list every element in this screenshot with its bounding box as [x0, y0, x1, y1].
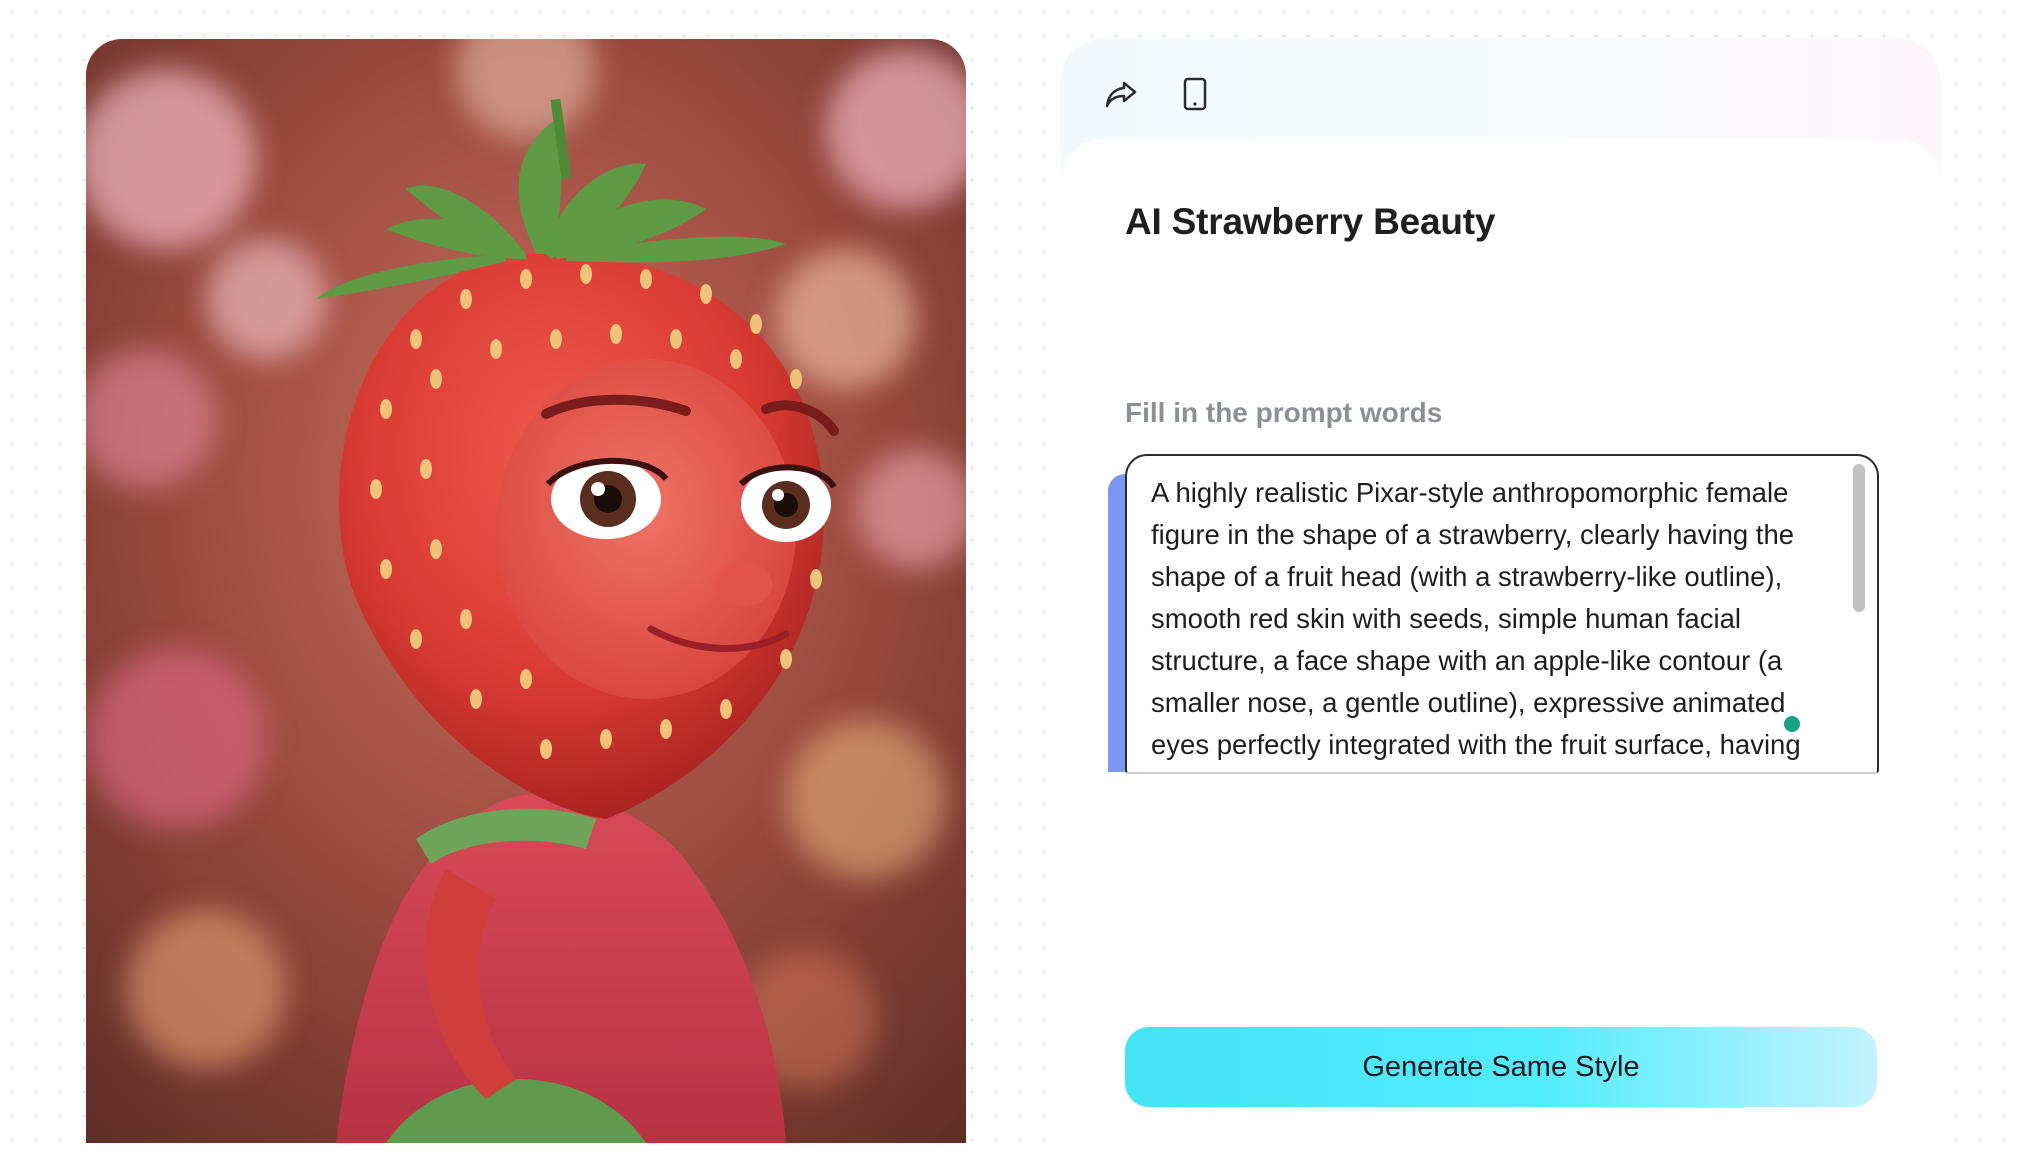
share-icon — [1105, 81, 1137, 108]
scrollbar-thumb[interactable] — [1853, 464, 1865, 612]
prompt-label: Fill in the prompt words — [1125, 397, 1443, 428]
details-panel: AI Strawberry Beauty Fill in the prompt … — [1061, 39, 1941, 1143]
mobile-preview-button[interactable] — [1175, 74, 1215, 114]
page-title: AI Strawberry Beauty — [1125, 201, 1496, 242]
share-button[interactable] — [1101, 74, 1141, 114]
prompt-text[interactable]: A highly realistic Pixar-style anthropom… — [1151, 472, 1843, 766]
generate-same-style-button[interactable]: Generate Same Style — [1125, 1027, 1877, 1107]
details-card: AI Strawberry Beauty Fill in the prompt … — [1061, 139, 1941, 1143]
cursor-indicator — [1784, 716, 1800, 732]
artwork-image — [86, 39, 966, 1143]
phone-icon — [1183, 77, 1207, 111]
toolbar — [1101, 67, 1215, 121]
prompt-textarea[interactable]: A highly realistic Pixar-style anthropom… — [1125, 454, 1879, 774]
